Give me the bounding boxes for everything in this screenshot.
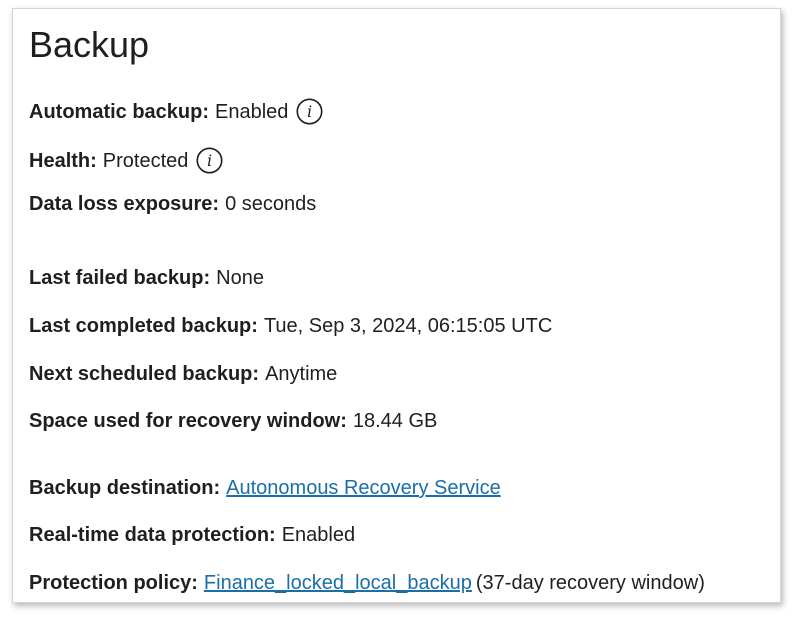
next-scheduled-backup-row: Next scheduled backup: Anytime bbox=[29, 361, 337, 387]
backup-destination-link[interactable]: Autonomous Recovery Service bbox=[226, 475, 501, 501]
svg-text:i: i bbox=[307, 102, 312, 121]
panel-title: Backup bbox=[29, 24, 150, 65]
backup-destination-row: Backup destination: Autonomous Recovery … bbox=[29, 475, 501, 501]
last-completed-backup-row: Last completed backup: Tue, Sep 3, 2024,… bbox=[29, 313, 552, 339]
real-time-protection-row: Real-time data protection: Enabled bbox=[29, 522, 355, 548]
protection-policy-row: Protection policy: Finance_locked_local_… bbox=[29, 570, 705, 596]
last-completed-backup-value: Tue, Sep 3, 2024, 06:15:05 UTC bbox=[263, 315, 553, 337]
backup-panel: Backup Automatic backup: Enabled i Healt… bbox=[12, 8, 781, 603]
next-scheduled-backup-value: Anytime bbox=[265, 363, 338, 385]
health-row: Health: Protected i bbox=[29, 147, 223, 174]
health-info-icon[interactable]: i bbox=[196, 147, 223, 174]
automatic-backup-row: Automatic backup: Enabled i bbox=[29, 98, 323, 125]
health-label: Health: bbox=[29, 149, 97, 172]
automatic-backup-info-icon[interactable]: i bbox=[296, 98, 323, 125]
last-failed-backup-label: Last failed backup: bbox=[29, 267, 211, 289]
space-used-row: Space used for recovery window: 18.44 GB bbox=[29, 408, 437, 434]
protection-policy-link[interactable]: Finance_locked_local_backup bbox=[204, 570, 472, 596]
data-loss-exposure-value: 0 seconds bbox=[225, 193, 317, 215]
space-used-label: Space used for recovery window: bbox=[29, 410, 347, 432]
automatic-backup-value: Enabled bbox=[215, 100, 289, 123]
last-failed-backup-value: None bbox=[216, 267, 264, 289]
backup-destination-label: Backup destination: bbox=[29, 477, 221, 499]
protection-policy-label: Protection policy: bbox=[29, 572, 198, 594]
automatic-backup-label: Automatic backup: bbox=[29, 100, 210, 123]
real-time-protection-value: Enabled bbox=[281, 524, 356, 546]
health-value: Protected bbox=[102, 149, 189, 172]
last-failed-backup-row: Last failed backup: None bbox=[29, 265, 264, 291]
last-completed-backup-label: Last completed backup: bbox=[29, 315, 258, 337]
next-scheduled-backup-label: Next scheduled backup: bbox=[29, 363, 260, 385]
svg-text:i: i bbox=[207, 151, 212, 170]
space-used-value: 18.44 GB bbox=[352, 410, 438, 432]
data-loss-exposure-row: Data loss exposure: 0 seconds bbox=[29, 191, 316, 217]
real-time-protection-label: Real-time data protection: bbox=[29, 524, 276, 546]
protection-policy-suffix: (37-day recovery window) bbox=[475, 572, 705, 594]
data-loss-exposure-label: Data loss exposure: bbox=[29, 193, 220, 215]
